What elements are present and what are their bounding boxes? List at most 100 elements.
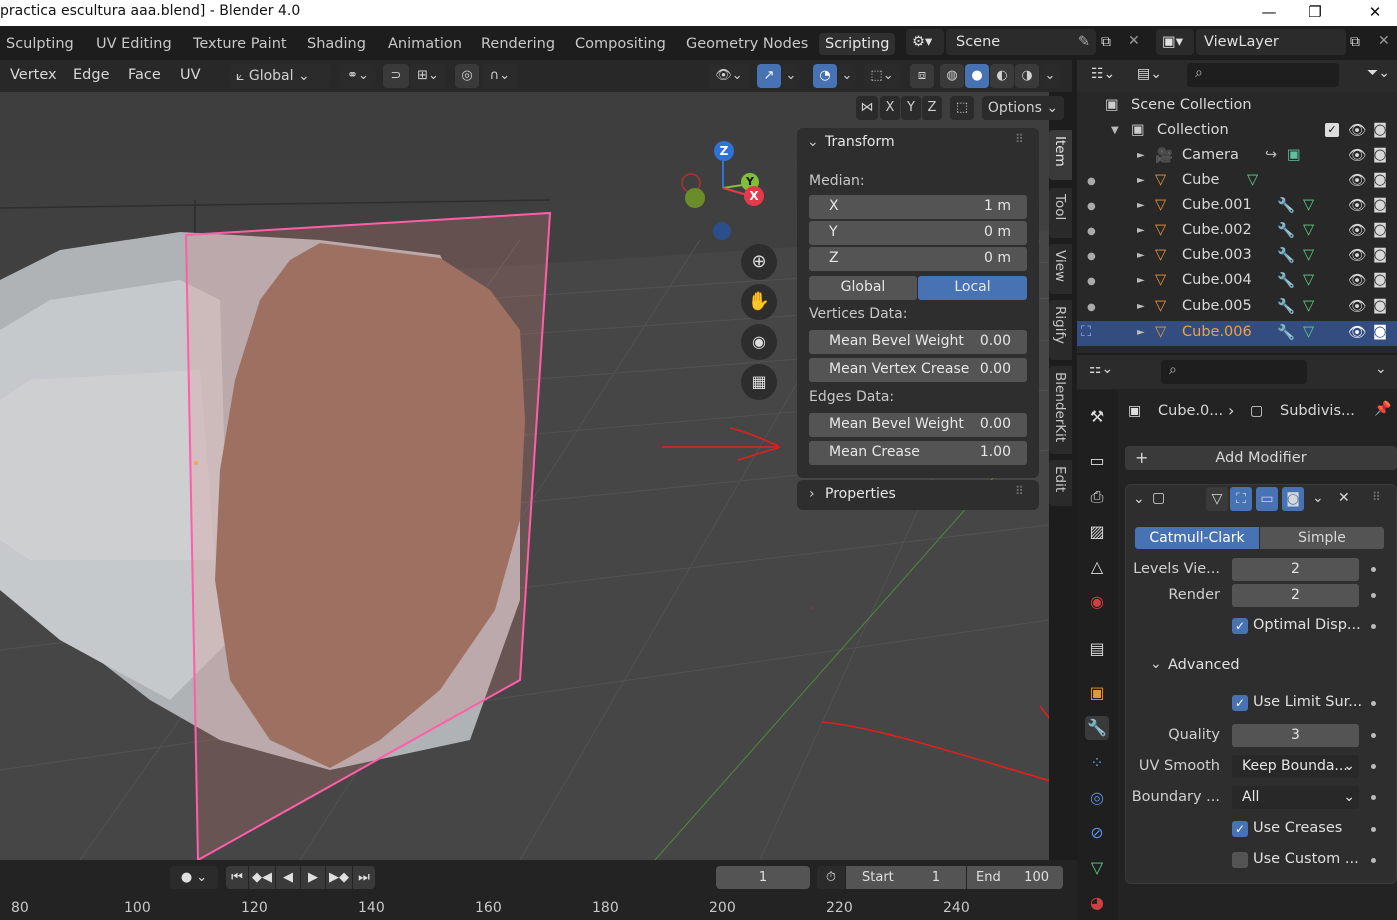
material-shading-icon[interactable]: ◐ — [990, 64, 1014, 88]
shading-chevron-icon[interactable]: ⌄ — [1040, 64, 1060, 88]
particles-icon[interactable]: ⁘ — [1085, 751, 1109, 775]
current-frame-field[interactable]: 1 — [716, 866, 810, 889]
scene-field[interactable]: Scene ✎ — [946, 29, 1096, 55]
tab-animation[interactable]: Animation — [382, 33, 468, 55]
tab-geometry-nodes[interactable]: Geometry Nodes — [680, 33, 814, 55]
end-frame-field[interactable]: End 100 — [967, 866, 1063, 889]
outliner-scene-collection[interactable]: ▣ Scene Collection — [1077, 94, 1397, 119]
use-creases-checkbox[interactable]: ✓ — [1232, 821, 1248, 837]
keyframe-dot-icon[interactable] — [1371, 827, 1376, 832]
outliner-item-cube-004[interactable]: ● ► ▽ Cube.004 🔧 ▽ 👁 ◙ — [1077, 269, 1397, 294]
zoom-icon[interactable]: ⊕ — [741, 244, 777, 280]
mirror-icon[interactable]: ⋈ — [856, 96, 878, 120]
expand-icon[interactable]: ▼ — [1111, 125, 1119, 136]
uv-smooth-dropdown[interactable]: Keep Bounda... ⌄ — [1232, 755, 1359, 778]
new-view-layer-icon[interactable]: ⧉ — [1350, 34, 1360, 50]
navigation-gizmo[interactable]: Z Y X — [678, 140, 778, 250]
scene-selector-icon[interactable]: ⚙▾ — [906, 29, 944, 55]
visibility-eye-icon[interactable]: 👁 — [1348, 172, 1366, 189]
render-camera-icon[interactable]: ◙ — [1373, 222, 1387, 238]
snap-target-icon[interactable]: ⊞⌄ — [410, 64, 446, 88]
gizmo-x-axis[interactable]: X — [744, 186, 764, 206]
tab-scripting[interactable]: Scripting — [819, 33, 896, 55]
world-icon[interactable]: ◉ — [1085, 590, 1109, 614]
render-camera-icon[interactable]: ◙ — [1373, 324, 1387, 340]
collection-icon[interactable]: ▤ — [1085, 637, 1109, 661]
boundary-smooth-dropdown[interactable]: All ⌄ — [1232, 786, 1359, 809]
render-camera-icon[interactable]: ◙ — [1373, 122, 1387, 138]
modifier-menu-chevron-icon[interactable]: ⌄ — [1312, 490, 1324, 506]
keyframe-dot-icon[interactable] — [1371, 624, 1376, 629]
options-dropdown[interactable]: Options ⌄ — [982, 96, 1064, 120]
editor-type-icon[interactable]: ⚏⌄ — [1089, 361, 1113, 377]
properties-panel-header[interactable]: › Properties ⠿ — [797, 480, 1039, 510]
expand-icon[interactable]: ► — [1137, 150, 1145, 161]
edge-crease-field[interactable]: Mean Crease 1.00 — [809, 441, 1027, 465]
outliner-item-cube-001[interactable]: ● ► ▽ Cube.001 🔧 ▽ 👁 ◙ — [1077, 194, 1397, 219]
editor-type-icon[interactable]: ☷⌄ — [1091, 66, 1115, 82]
wireframe-shading-icon[interactable]: ◍ — [940, 64, 964, 88]
keyframe-dot-icon[interactable] — [1371, 733, 1376, 738]
edit-cage-icon[interactable]: ▽ — [1206, 487, 1228, 511]
tab-texture-paint[interactable]: Texture Paint — [187, 33, 293, 55]
mirror-x-toggle[interactable]: X — [880, 96, 900, 120]
mesh-edit-overlays-icon[interactable]: ⬚⌄ — [864, 64, 900, 88]
drag-handle-icon[interactable]: ⠿ — [1372, 490, 1381, 504]
levels-viewport-field[interactable]: 2 — [1232, 558, 1359, 581]
drag-handle-icon[interactable]: ⠿ — [1015, 132, 1024, 146]
expand-icon[interactable]: ► — [1137, 250, 1145, 261]
render-camera-icon[interactable]: ◙ — [1373, 172, 1387, 188]
gizmo-z-axis[interactable]: Z — [714, 141, 734, 161]
properties-search-input[interactable]: ⌕ — [1161, 360, 1307, 384]
menu-uv[interactable]: UV — [180, 67, 201, 83]
local-space-button[interactable]: Local — [918, 276, 1027, 300]
exclude-checkbox[interactable]: ✓ — [1325, 123, 1339, 137]
viewport-toggle-icon[interactable]: ▭ — [1256, 487, 1278, 511]
render-toggle-icon[interactable]: ◙ — [1282, 487, 1304, 511]
tab-shading[interactable]: Shading — [301, 33, 372, 55]
delete-scene-icon[interactable]: ✕ — [1128, 33, 1140, 49]
edit-mode-toggle-icon[interactable]: ⛶ — [1230, 487, 1252, 511]
minimize-icon[interactable]: — — [1246, 0, 1292, 26]
close-icon[interactable]: ✕ — [1352, 0, 1397, 26]
expand-icon[interactable]: ► — [1137, 327, 1145, 338]
keyframe-dot-icon[interactable] — [1371, 593, 1376, 598]
falloff-icon[interactable]: ∩⌄ — [482, 64, 518, 88]
start-frame-field[interactable]: Start 1 — [846, 866, 966, 889]
use-custom-normals-checkbox[interactable] — [1232, 852, 1248, 868]
visibility-eye-icon[interactable]: 👁⌄ — [709, 64, 749, 88]
pin-icon[interactable]: ✎ — [1078, 29, 1090, 55]
outliner-search-input[interactable]: ⌕ — [1187, 63, 1339, 87]
new-scene-icon[interactable]: ⧉ — [1101, 34, 1111, 50]
expand-icon[interactable]: ► — [1137, 301, 1145, 312]
render-levels-field[interactable]: 2 — [1232, 584, 1359, 607]
sidebar-tab-blenderkit[interactable]: BlenderKit — [1049, 366, 1072, 454]
view-layer-icon[interactable]: ▨ — [1085, 520, 1109, 544]
quality-field[interactable]: 3 — [1232, 724, 1359, 747]
add-modifier-button[interactable]: + Add Modifier — [1125, 446, 1397, 470]
proportional-edit-icon[interactable]: ◎ — [455, 64, 479, 88]
output-icon[interactable]: ⎙ — [1085, 485, 1109, 509]
tab-uv-editing[interactable]: UV Editing — [90, 33, 178, 55]
render-camera-icon[interactable]: ◙ — [1373, 147, 1387, 163]
visibility-eye-icon[interactable]: 👁 — [1348, 298, 1366, 315]
panel-collapse-icon[interactable]: ⌄ — [807, 134, 819, 150]
expand-icon[interactable]: ► — [1137, 275, 1145, 286]
play-reverse-icon[interactable]: ◀ — [276, 866, 300, 889]
edge-bevel-weight-field[interactable]: Mean Bevel Weight 0.00 — [809, 413, 1027, 437]
vertex-crease-field[interactable]: Mean Vertex Crease 0.00 — [809, 358, 1027, 382]
solid-shading-icon[interactable]: ● — [965, 64, 989, 88]
next-keyframe-icon[interactable]: ▶◆ — [326, 866, 352, 889]
remove-modifier-icon[interactable]: ✕ — [1338, 490, 1350, 506]
vertex-bevel-weight-field[interactable]: Mean Bevel Weight 0.00 — [809, 330, 1027, 354]
gizmo-toggle-icon[interactable]: ↗ — [757, 64, 781, 88]
material-icon[interactable]: ◕ — [1085, 891, 1109, 915]
menu-edge[interactable]: Edge — [73, 67, 110, 83]
object-icon[interactable]: ▣ — [1085, 681, 1109, 705]
visibility-eye-icon[interactable]: 👁 — [1348, 247, 1366, 264]
catmull-clark-button[interactable]: Catmull-Clark — [1135, 527, 1259, 549]
outliner-item-cube-005[interactable]: ● ► ▽ Cube.005 🔧 ▽ 👁 ◙ — [1077, 295, 1397, 320]
outliner-item-cube-002[interactable]: ● ► ▽ Cube.002 🔧 ▽ 👁 ◙ — [1077, 219, 1397, 244]
menu-face[interactable]: Face — [128, 67, 161, 83]
jump-end-icon[interactable]: ⏭ — [353, 866, 375, 889]
